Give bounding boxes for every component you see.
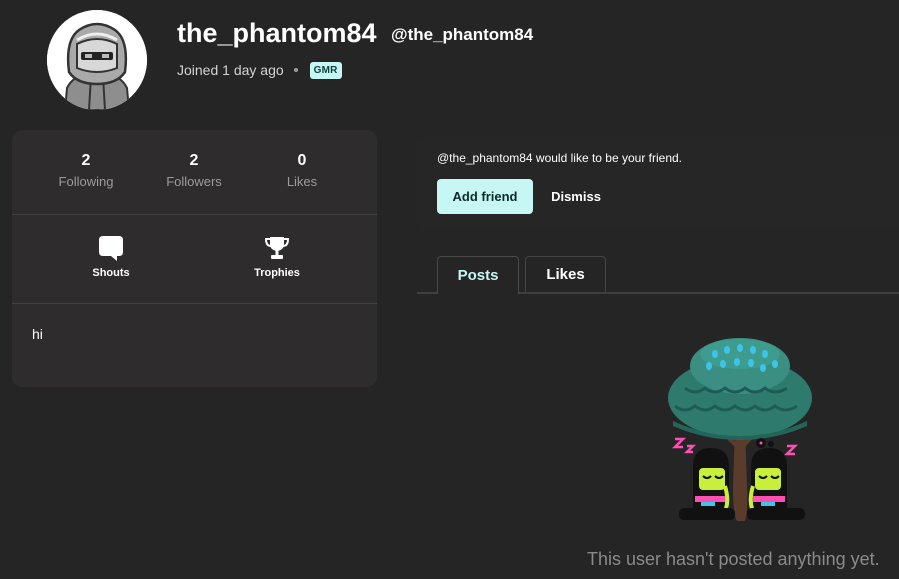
divider bbox=[12, 303, 377, 304]
shouts-label: Shouts bbox=[92, 267, 130, 279]
speech-bubble-icon bbox=[99, 236, 123, 261]
profile-stats-card: 2 Following 2 Followers 0 Likes Shouts T… bbox=[12, 130, 377, 387]
stat-followers[interactable]: 2 Followers bbox=[134, 150, 254, 191]
stat-followers-label: Followers bbox=[166, 174, 222, 189]
gmr-badge: GMR bbox=[309, 62, 342, 79]
friend-request-card: @the_phantom84 would like to be your fri… bbox=[417, 137, 899, 229]
stats-row: 2 Following 2 Followers 0 Likes bbox=[12, 150, 377, 194]
add-friend-button[interactable]: Add friend bbox=[437, 179, 533, 214]
stat-following[interactable]: 2 Following bbox=[26, 150, 146, 191]
display-name: the_phantom84 bbox=[177, 18, 377, 48]
divider bbox=[12, 214, 377, 215]
stat-likes[interactable]: 0 Likes bbox=[242, 150, 362, 191]
empty-state-message: This user hasn't posted anything yet. bbox=[587, 549, 880, 569]
trophies-button[interactable]: Trophies bbox=[227, 234, 327, 279]
stat-likes-label: Likes bbox=[286, 174, 318, 189]
user-handle: @the_phantom84 bbox=[391, 25, 534, 44]
shouts-button[interactable]: Shouts bbox=[61, 234, 161, 279]
sleeping-under-tree-illustration bbox=[668, 338, 812, 521]
tab-likes[interactable]: Likes bbox=[525, 256, 606, 292]
trophy-icon bbox=[264, 237, 290, 259]
bio-text: hi bbox=[32, 326, 43, 342]
actions-row: Shouts Trophies bbox=[12, 234, 377, 284]
dismiss-button[interactable]: Dismiss bbox=[543, 179, 609, 214]
separator-dot bbox=[293, 67, 298, 72]
stat-likes-value: 0 bbox=[297, 152, 307, 169]
avatar[interactable] bbox=[47, 10, 147, 110]
trophies-label: Trophies bbox=[254, 267, 300, 279]
stat-following-value: 2 bbox=[81, 152, 91, 169]
stat-followers-value: 2 bbox=[189, 152, 199, 169]
joined-text: Joined 1 day ago bbox=[177, 61, 284, 78]
tab-posts[interactable]: Posts bbox=[437, 256, 519, 296]
friend-request-message: @the_phantom84 would like to be your fri… bbox=[437, 151, 682, 165]
joined-row: Joined 1 day ago GMR bbox=[177, 60, 342, 79]
hooded-figure-avatar-icon bbox=[47, 10, 147, 110]
stat-following-label: Following bbox=[58, 174, 114, 189]
